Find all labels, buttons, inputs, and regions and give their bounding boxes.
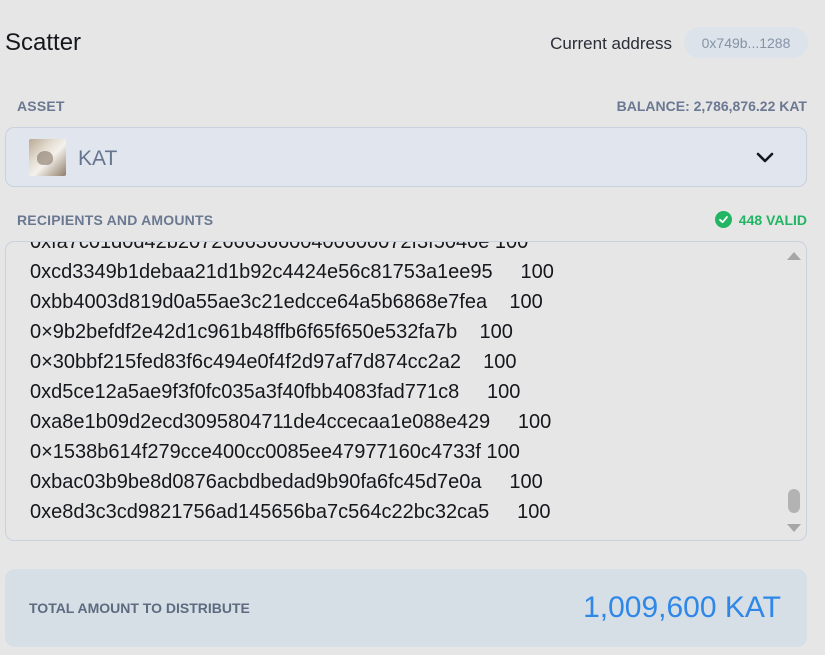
- recipient-line: 0xe8d3c3cd9821756ad145656ba7c564c22bc32c…: [30, 501, 551, 523]
- page-title: Scatter: [5, 29, 82, 56]
- recipient-line: 0xbac03b9be8d0876acbdbedad9b90fa6fc45d7e…: [30, 471, 543, 493]
- recipient-line: 0×9b2befdf2e42d1c961b48ffb6f65f650e532fa…: [30, 321, 513, 343]
- scroll-down-arrow-icon[interactable]: [786, 522, 802, 534]
- scatter-page: Scatter Current address 0x749b...1288 AS…: [0, 0, 825, 655]
- check-circle-icon: [714, 211, 732, 228]
- recipient-line: 0xbb4003d819d0a55ae3c21edcce64a5b6868e7f…: [30, 291, 543, 313]
- scroll-up-arrow-icon[interactable]: [786, 250, 802, 262]
- total-label: TOTAL AMOUNT TO DISTRIBUTE: [29, 600, 250, 616]
- asset-selected-value: KAT: [78, 147, 118, 170]
- balance-text: BALANCE: 2,786,876.22 KAT: [616, 98, 807, 114]
- current-address-label: Current address: [550, 34, 672, 53]
- valid-count: 448 VALID: [738, 211, 807, 228]
- chevron-down-icon[interactable]: [754, 148, 776, 166]
- current-address-pill[interactable]: 0x749b...1288: [684, 27, 808, 58]
- scrollbar-thumb[interactable]: [788, 489, 800, 513]
- valid-badge: 448 VALID: [714, 211, 807, 228]
- recipient-line: 0×1538b614f279cce400cc0085ee47977160c473…: [30, 441, 520, 463]
- total-value: 1,009,600 KAT: [583, 591, 781, 624]
- recipients-textarea[interactable]: 0xfa7c01d0d42b207266636600400600072f3f50…: [5, 241, 807, 541]
- asset-select[interactable]: KAT: [5, 127, 807, 187]
- recipients-label: RECIPIENTS AND AMOUNTS: [17, 212, 214, 228]
- header: Scatter Current address 0x749b...1288: [5, 27, 808, 59]
- recipient-line: 0xcd3349b1debaa21d1b92c4424e56c81753a1ee…: [30, 261, 554, 283]
- asset-label: ASSET: [17, 98, 65, 114]
- recipients-lines: 0xfa7c01d0d42b207266636600400600072f3f50…: [30, 241, 554, 527]
- total-panel: TOTAL AMOUNT TO DISTRIBUTE 1,009,600 KAT: [5, 569, 807, 647]
- recipient-line: 0×30bbf215fed83f6c494e0f4f2d97af7d874cc2…: [30, 351, 517, 373]
- kat-token-image: [29, 139, 66, 176]
- recipient-line: 0xd5ce12a5ae9f3f0fc035a3f40fbb4083fad771…: [30, 381, 521, 403]
- recipient-line: 0xfa7c01d0d42b207266636600400600072f3f50…: [30, 241, 529, 253]
- recipient-line: 0xa8e1b09d2ecd3095804711de4ccecaa1e088e4…: [30, 411, 552, 433]
